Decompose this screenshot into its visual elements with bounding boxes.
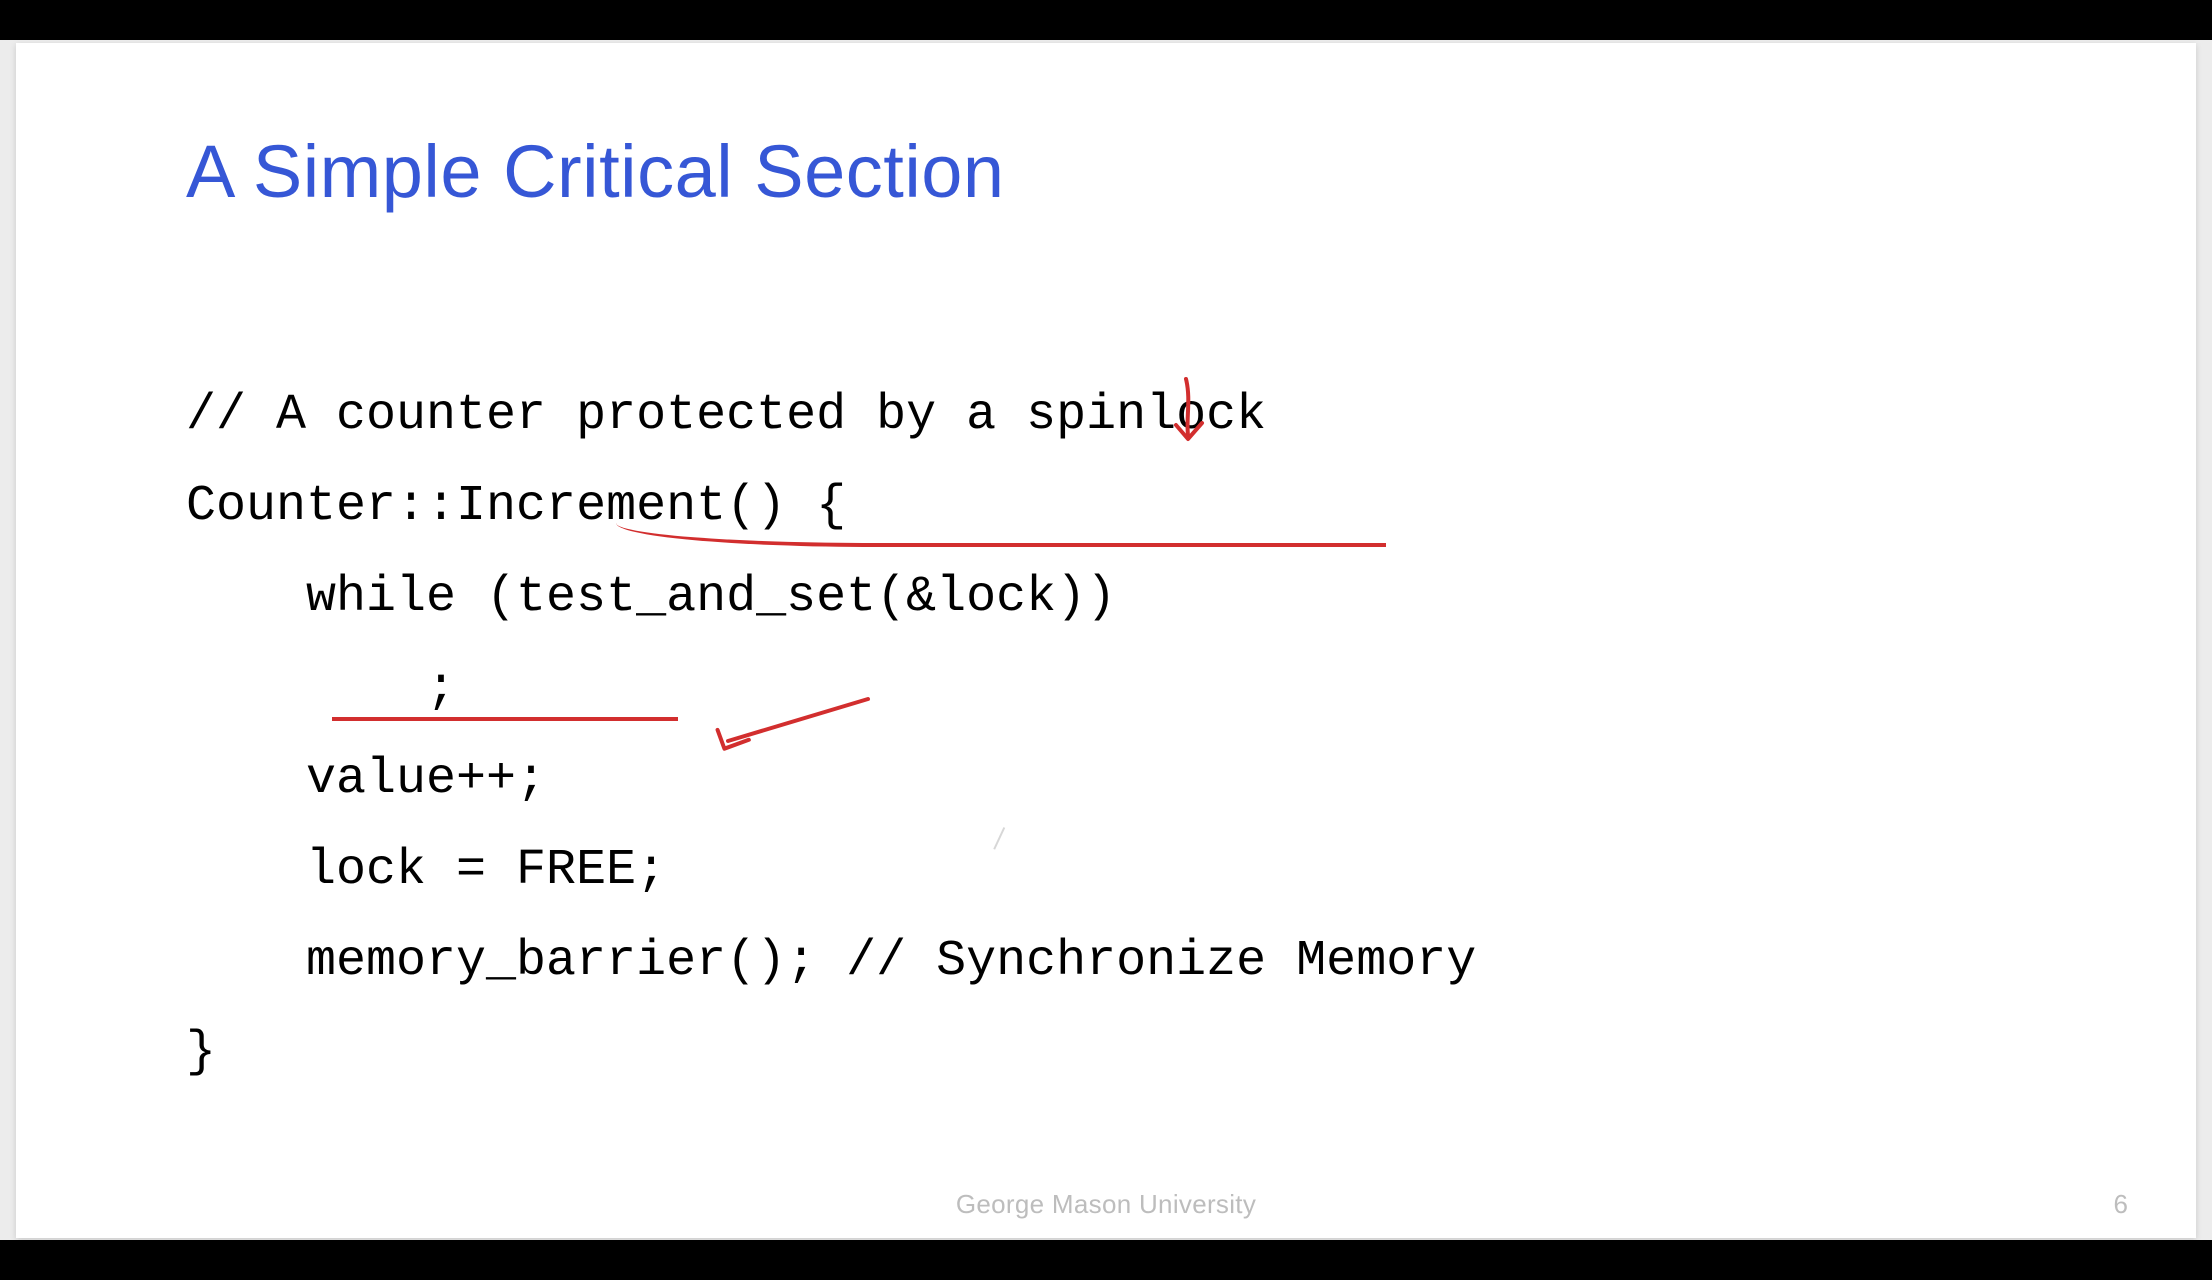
bottom-letterbox-bar xyxy=(0,1240,2212,1280)
slide-title: A Simple Critical Section xyxy=(186,129,1005,214)
page-number: 6 xyxy=(2114,1189,2128,1220)
top-letterbox-bar xyxy=(0,0,2212,40)
presentation-viewport: A Simple Critical Section // A counter p… xyxy=(0,0,2212,1280)
code-line: ; xyxy=(186,660,456,717)
code-line: Counter::Increment() { xyxy=(186,478,846,535)
code-line: } xyxy=(186,1024,216,1081)
code-line: while (test_and_set(&lock)) xyxy=(186,569,1116,626)
code-line: // A counter protected by a spinlock xyxy=(186,387,1266,444)
slide: A Simple Critical Section // A counter p… xyxy=(16,43,2196,1238)
code-line: value++; xyxy=(186,751,546,808)
code-line: lock = FREE; xyxy=(186,842,666,899)
code-line: memory_barrier(); // Synchronize Memory xyxy=(186,933,1476,990)
footer-university: George Mason University xyxy=(16,1189,2196,1220)
code-block: // A counter protected by a spinlock Cou… xyxy=(186,279,1476,1189)
slide-stage: A Simple Critical Section // A counter p… xyxy=(0,40,2212,1240)
